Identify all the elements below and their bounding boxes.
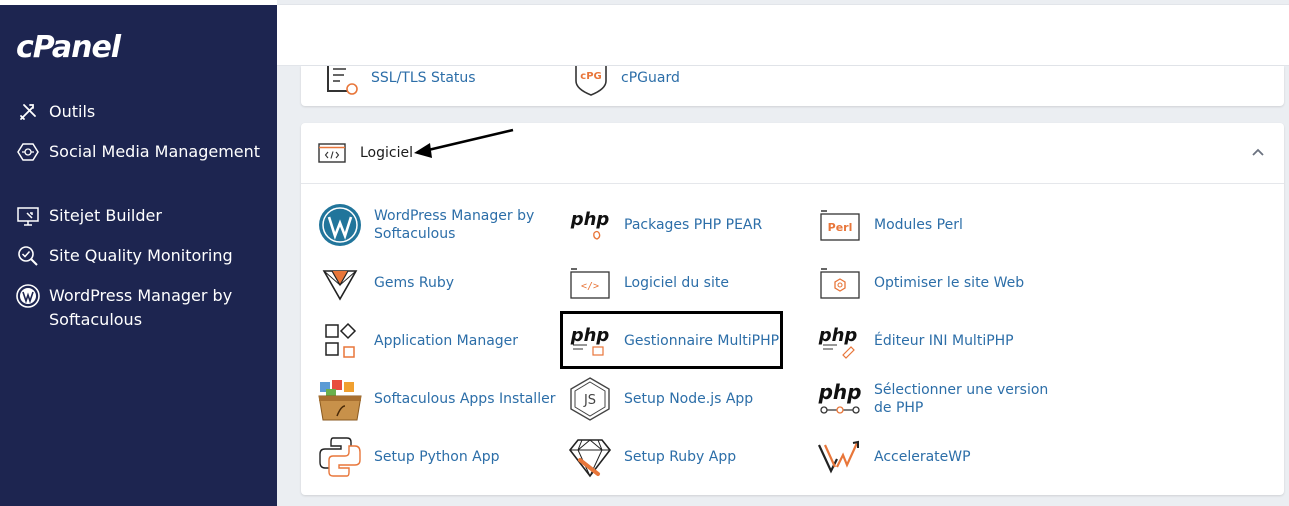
sidebar-item-wordpress[interactable]: WordPress Manager by Softaculous — [16, 284, 269, 332]
top-strip — [0, 0, 277, 5]
sidebar-item-sitejet[interactable]: Sitejet Builder — [16, 204, 269, 228]
app-label: Setup Python App — [374, 449, 500, 465]
app-label: Application Manager — [374, 333, 519, 349]
certificate-icon — [321, 66, 361, 98]
monitor-icon — [16, 204, 40, 228]
app-label: cPGuard — [621, 70, 680, 86]
php-text: php — [818, 380, 862, 404]
code-window-icon: </> — [567, 260, 613, 306]
social-media-icon — [16, 140, 40, 164]
app-label: Modules Perl — [874, 217, 963, 233]
app-ruby-gems[interactable]: Gems Ruby — [317, 260, 564, 306]
previous-section-card: SSL/TLS Status cPG cPGuard — [301, 66, 1284, 106]
app-label: Logiciel du site — [624, 275, 729, 291]
php-version-icon: php — [817, 376, 863, 422]
app-php-pear[interactable]: php Packages PHP PEAR — [567, 202, 814, 248]
app-label: Softaculous Apps Installer — [374, 391, 556, 407]
app-label: Optimiser le site Web — [874, 275, 1025, 291]
ruby-wrench-icon — [567, 434, 613, 480]
app-setup-python[interactable]: Setup Python App — [317, 434, 564, 480]
sidebar-item-label: Site Quality Monitoring — [49, 246, 233, 265]
app-label: WordPress Manager by Softaculous — [374, 208, 535, 242]
sidebar-item-label: Social Media Management — [49, 142, 261, 161]
top-bar — [277, 4, 1289, 66]
sidebar-item-label: Outils — [49, 102, 96, 121]
sidebar-item-site-quality[interactable]: Site Quality Monitoring — [16, 244, 269, 268]
php-pear-icon: php — [567, 202, 613, 248]
perl-icon: Perl — [817, 202, 863, 248]
sidebar-item-social-media[interactable]: Social Media Management — [16, 140, 269, 164]
php-ini-editor-icon: php — [817, 318, 863, 364]
ruby-gem-icon — [317, 260, 363, 306]
section-title: Logiciel — [360, 145, 413, 161]
logiciel-section-card: Logiciel WordPress Manager by Softaculou… — [301, 123, 1284, 495]
app-label: SSL/TLS Status — [371, 70, 476, 86]
app-label: Éditeur INI MultiPHP — [874, 333, 1014, 349]
sidebar-item-label: Sitejet Builder — [49, 206, 162, 225]
app-select-php-version[interactable]: php Sélectionner une version de PHP — [817, 376, 1064, 422]
sidebar-item-label: WordPress Manager by Softaculous — [49, 286, 233, 329]
optimize-gear-icon — [817, 260, 863, 306]
app-softaculous-installer[interactable]: Softaculous Apps Installer — [317, 376, 564, 422]
softaculous-box-icon — [317, 376, 363, 422]
cpanel-logo[interactable]: cPanel — [16, 30, 121, 65]
app-label: Sélectionner une version de PHP — [874, 382, 1049, 416]
app-application-manager[interactable]: Application Manager — [317, 318, 564, 364]
code-window-icon — [318, 143, 346, 163]
nodejs-icon: JS — [567, 376, 613, 422]
app-site-software[interactable]: </> Logiciel du site — [567, 260, 814, 306]
chevron-up-icon[interactable] — [1250, 144, 1266, 160]
app-cpguard[interactable]: cPG cPGuard — [571, 66, 680, 98]
app-multiphp-ini-editor[interactable]: php Éditeur INI MultiPHP — [817, 318, 1064, 364]
highlight-box — [560, 311, 783, 369]
perl-text: Perl — [828, 221, 853, 234]
wordpress-icon — [317, 202, 363, 248]
app-grid-icon — [317, 318, 363, 364]
cpguard-badge-text: cPG — [580, 71, 601, 82]
cpguard-shield-icon: cPG — [571, 66, 611, 98]
app-wordpress-manager[interactable]: WordPress Manager by Softaculous — [317, 202, 564, 248]
app-perl-modules[interactable]: Perl Modules Perl — [817, 202, 1064, 248]
annotation-arrow-icon — [414, 128, 514, 158]
js-text: JS — [583, 393, 596, 408]
app-label: AccelerateWP — [874, 449, 971, 465]
wordpress-icon — [16, 284, 40, 308]
app-acceleratewp[interactable]: AccelerateWP — [817, 434, 1064, 480]
php-text: php — [818, 325, 858, 346]
sidebar: cPanel Outils Social Media Management Si… — [0, 0, 277, 506]
app-label: Setup Node.js App — [624, 391, 754, 407]
tools-icon — [16, 100, 40, 124]
app-label: Setup Ruby App — [624, 449, 737, 465]
app-label: Gems Ruby — [374, 275, 454, 291]
php-text: php — [570, 209, 610, 230]
app-ssl-tls-status[interactable]: SSL/TLS Status — [321, 66, 476, 98]
app-setup-nodejs[interactable]: JS Setup Node.js App — [567, 376, 814, 422]
python-icon — [317, 434, 363, 480]
code-text: </> — [581, 281, 599, 292]
app-optimize-website[interactable]: Optimiser le site Web — [817, 260, 1064, 306]
app-setup-ruby[interactable]: Setup Ruby App — [567, 434, 814, 480]
main-content: SSL/TLS Status cPG cPGuard Logiciel Word… — [277, 0, 1289, 506]
sidebar-item-outils[interactable]: Outils — [16, 100, 269, 124]
app-label: Packages PHP PEAR — [624, 217, 763, 233]
search-check-icon — [16, 244, 40, 268]
acceleratewp-icon — [817, 434, 863, 480]
